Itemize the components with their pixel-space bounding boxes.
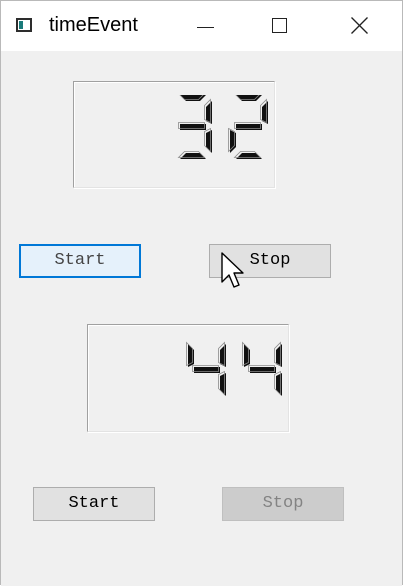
- lcd-segment: [236, 124, 262, 130]
- lcd-digit: [177, 95, 212, 159]
- timer2-stop-button: Stop: [222, 487, 344, 521]
- app-window: timeEvent 32 Start Stop 44 Start Stop: [0, 0, 403, 586]
- timer1-stop-button[interactable]: Stop: [209, 244, 331, 278]
- lcd-digit: [228, 95, 268, 159]
- lcd-segment: [180, 124, 206, 130]
- lcd-display-2-value: 44: [88, 325, 89, 326]
- lcd-segment: [194, 367, 220, 373]
- lcd-digit: [186, 341, 226, 396]
- timer2-start-button[interactable]: Start: [33, 487, 155, 521]
- title-bar[interactable]: timeEvent: [1, 1, 402, 51]
- close-icon: [351, 17, 368, 34]
- lcd-segment: [180, 153, 206, 159]
- maximize-button[interactable]: [252, 1, 312, 51]
- lcd-segment: [236, 153, 262, 159]
- lcd-display-1-digits: [177, 95, 268, 159]
- lcd-display-2: 44: [87, 324, 289, 432]
- window-title: timeEvent: [49, 14, 138, 36]
- minimize-button[interactable]: [176, 1, 236, 51]
- lcd-display-2-digits: [186, 341, 282, 396]
- client-area: 32 Start Stop 44 Start Stop: [1, 51, 402, 586]
- timer1-start-button[interactable]: Start: [19, 244, 141, 278]
- app-icon: [16, 18, 32, 32]
- lcd-display-1-value: 32: [74, 82, 75, 83]
- lcd-display-1: 32: [73, 81, 275, 188]
- close-button[interactable]: [331, 1, 391, 51]
- lcd-segment: [250, 367, 276, 373]
- lcd-digit: [242, 341, 282, 396]
